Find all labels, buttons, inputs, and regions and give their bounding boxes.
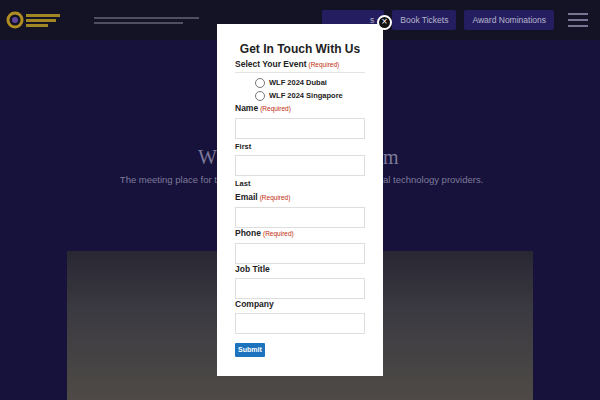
radio-button[interactable] (255, 91, 265, 101)
text-input[interactable] (235, 313, 365, 334)
radio-button[interactable] (255, 78, 265, 88)
form-field: Email(Required) (235, 192, 365, 228)
text-input[interactable] (235, 243, 365, 264)
modal-title: Get In Touch With Us (235, 42, 365, 56)
required-note: (Required) (309, 61, 340, 68)
field-label: Phone(Required) (235, 228, 365, 239)
event-option[interactable]: WLF 2024 Singapore (235, 89, 365, 102)
sub-label: Last (235, 179, 365, 189)
field-label: Job Title (235, 264, 365, 274)
submit-button[interactable]: Submit (235, 343, 265, 357)
form-field: Select Your Event(Required) WLF 2024 Duba… (235, 59, 365, 102)
field-label: Email(Required) (235, 192, 365, 203)
contact-modal: ×Get In Touch With UsSelect Your Event(R… (217, 24, 383, 376)
sub-label: First (235, 142, 365, 152)
field-label: Name(Required) (235, 103, 365, 114)
event-option[interactable]: WLF 2024 Dubai (235, 76, 365, 89)
form-field: Name(Required) First Last (235, 103, 365, 189)
first-name-input[interactable] (235, 118, 365, 139)
text-input[interactable] (235, 207, 365, 228)
form-field: Job Title (235, 264, 365, 299)
required-note: (Required) (263, 230, 294, 237)
required-note: (Required) (260, 194, 291, 201)
field-label: Select Your Event(Required) (235, 59, 365, 73)
text-input[interactable] (235, 278, 365, 299)
last-name-input[interactable] (235, 155, 365, 176)
field-label: Company (235, 299, 365, 309)
required-note: (Required) (260, 105, 291, 112)
form-field: Phone(Required) (235, 228, 365, 264)
close-button[interactable]: × (377, 15, 392, 30)
form-field: Company (235, 299, 365, 334)
